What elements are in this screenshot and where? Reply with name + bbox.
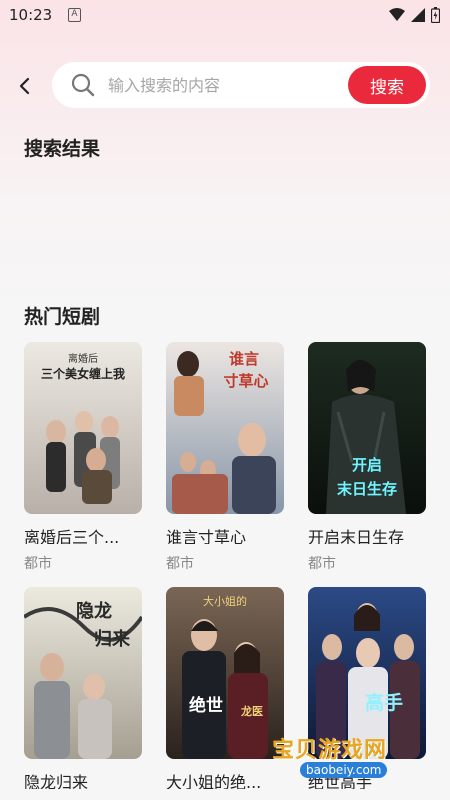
drama-poster[interactable]: 谁言 寸草心 — [166, 342, 284, 514]
drama-title[interactable]: 大小姐的绝... — [166, 769, 284, 789]
search-results-title: 搜索结果 — [24, 138, 101, 160]
wifi-icon — [389, 8, 405, 21]
svg-text:隐龙: 隐龙 — [76, 600, 112, 622]
status-icons — [389, 7, 440, 23]
svg-text:寸草心: 寸草心 — [223, 372, 268, 390]
drama-poster[interactable]: 离婚后 三个美女缠上我 — [24, 342, 142, 514]
watermark-text: 宝贝游戏网 — [272, 738, 388, 763]
svg-text:三个美女缠上我: 三个美女缠上我 — [41, 366, 125, 381]
drama-genre-tag: 都市 — [308, 556, 336, 572]
signal-icon — [411, 8, 425, 22]
drama-genre-tag: 都市 — [24, 556, 52, 572]
status-bar: 10:23 A — [0, 0, 450, 32]
svg-text:高手: 高手 — [365, 691, 403, 714]
svg-text:归来: 归来 — [94, 628, 131, 650]
hot-dramas-title: 热门短剧 — [24, 306, 101, 328]
search-icon — [71, 73, 95, 97]
status-time: 10:23 — [9, 6, 53, 24]
drama-card[interactable]: 开启 末日生存 开启末日生存 都市 — [308, 342, 426, 572]
drama-poster[interactable]: 大小姐的 绝世 龙医 — [166, 587, 284, 759]
drama-card[interactable]: 离婚后 三个美女缠上我 离婚后三个... 都市 — [24, 342, 142, 572]
watermark: 宝贝游戏网 baobeiy.com — [272, 732, 422, 784]
svg-text:大小姐的: 大小姐的 — [203, 594, 247, 608]
watermark-url: baobeiy.com — [300, 762, 388, 778]
search-button[interactable]: 搜索 — [348, 66, 426, 104]
drama-title[interactable]: 谁言寸草心 — [166, 524, 284, 544]
drama-card[interactable]: 谁言 寸草心 谁言寸草心 都市 — [166, 342, 284, 572]
notification-icon: A — [68, 8, 81, 22]
svg-text:谁言: 谁言 — [229, 350, 259, 368]
drama-poster[interactable]: 开启 末日生存 — [308, 342, 426, 514]
drama-card[interactable]: 隐龙 归来 隐龙归来 — [24, 587, 142, 800]
battery-icon — [431, 7, 440, 23]
svg-text:末日生存: 末日生存 — [337, 480, 397, 498]
drama-title[interactable]: 隐龙归来 — [24, 769, 142, 789]
drama-poster[interactable]: 隐龙 归来 — [24, 587, 142, 759]
drama-card[interactable]: 大小姐的 绝世 龙医 大小姐的绝... — [166, 587, 284, 800]
back-button[interactable] — [10, 72, 38, 100]
svg-text:离婚后: 离婚后 — [68, 352, 98, 365]
chevron-left-icon — [19, 77, 30, 95]
search-bar: 搜索 — [52, 62, 430, 108]
search-input[interactable] — [108, 62, 338, 108]
svg-text:开启: 开启 — [352, 456, 382, 474]
drama-genre-tag: 都市 — [166, 556, 194, 572]
svg-text:龙医: 龙医 — [240, 704, 263, 718]
drama-title[interactable]: 开启末日生存 — [308, 524, 426, 544]
drama-title[interactable]: 离婚后三个... — [24, 524, 142, 544]
svg-text:绝世: 绝世 — [189, 695, 223, 716]
